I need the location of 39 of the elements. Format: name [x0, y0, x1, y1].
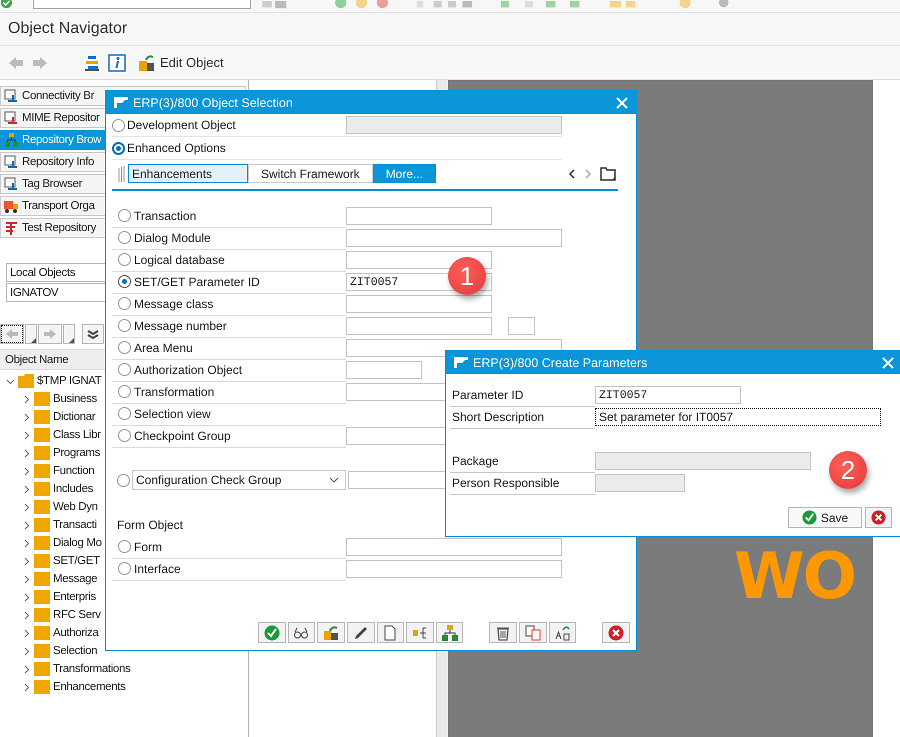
radio-label: Authorization Object [134, 362, 242, 376]
radio-label: Dialog Module [134, 230, 211, 244]
radio-label: Interface [134, 562, 181, 576]
tree-label: Message [53, 573, 98, 585]
radio-label: Enhanced Options [127, 141, 226, 155]
radio-label: Message number [134, 318, 227, 332]
section-heading: Form Object [116, 517, 184, 534]
radio-label: Message class [134, 296, 214, 310]
column-header: Object Name [5, 354, 68, 366]
radio-label: Transformation [134, 384, 214, 398]
tree-label: Includes [53, 483, 94, 495]
radio-label: Form [134, 540, 162, 554]
radio-label: Selection view [134, 406, 211, 420]
tree-label: Web Dyn [53, 501, 98, 513]
tree-label: RFC Serv [53, 609, 101, 621]
logo-text: WO [734, 545, 855, 609]
radio-label: Area Menu [134, 340, 193, 354]
tree-label: Authoriza [53, 627, 98, 639]
radio-label: Transaction [134, 208, 196, 222]
tree-label: Transformations [53, 663, 130, 675]
tree-label: Enhancements [53, 681, 126, 693]
radio-label: Development Object [127, 118, 236, 132]
tree-label: Programs [53, 447, 100, 459]
tree-label: SET/GET [53, 555, 100, 567]
tree-label: Function [53, 465, 94, 477]
tree-label: $TMP IGNAT [37, 375, 102, 387]
radio-label: Checkpoint Group [134, 428, 231, 442]
radio-label: Logical database [134, 252, 225, 266]
tree-label: Transacti [53, 519, 97, 531]
window-title: Object Navigator [8, 20, 128, 38]
tree-label: Dictionar [53, 411, 96, 423]
tree-label: Business [53, 393, 97, 405]
tree-label: Enterpris [53, 591, 96, 603]
radio-label: SET/GET Parameter ID [134, 274, 260, 288]
tree-label: Dialog Mo [53, 537, 102, 549]
tree-label: Selection [53, 645, 98, 657]
dialog-title: ERP(3)/800 Object Selection [133, 96, 293, 110]
dialog-title: ERP(3)/800 Create Parameters [473, 356, 648, 370]
tree-label: Class Libr [53, 429, 101, 441]
